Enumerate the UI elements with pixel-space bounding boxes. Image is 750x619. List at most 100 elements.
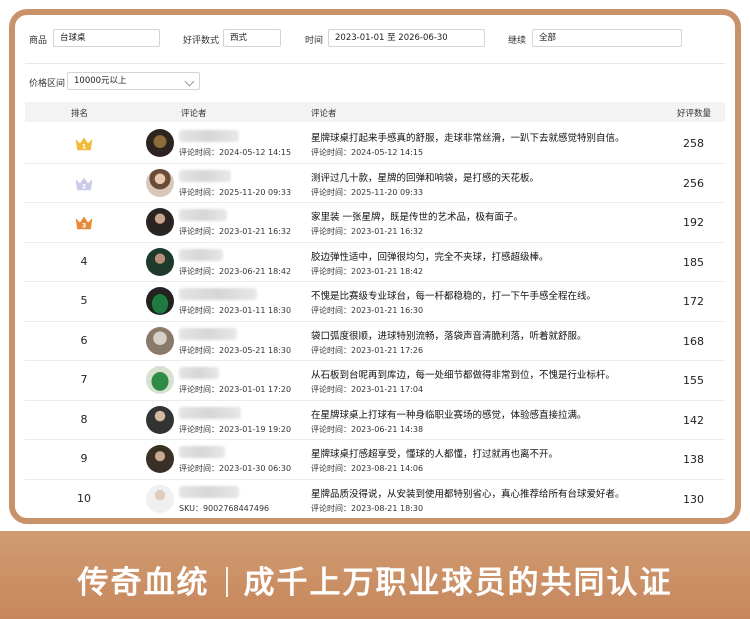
comment-time: 评论时间：2023-06-21 14:38 — [311, 424, 424, 434]
comment-text: 星牌品质没得说，从安装到使用都特别省心，真心推荐给所有台球爱好者。 — [311, 488, 625, 500]
avatar[interactable] — [146, 287, 174, 315]
reviewer-time: 评论时间：2024-05-12 14:15 — [179, 148, 292, 157]
comment-time: 评论时间：2023-01-21 16:30 — [311, 306, 424, 315]
avatar[interactable] — [146, 247, 174, 276]
table-header: 排名 评论者 评论者 好评数量 — [25, 102, 725, 122]
comment-text: 胶边弹性适中，回弹很均匀，完全不夹球，打感超级棒。 — [311, 251, 549, 263]
banner-left-text: 传奇血统 — [77, 565, 210, 601]
bottom-banner: 传奇血统 成千上万职业球员的共同认证 — [0, 531, 750, 619]
header-comment: 评论者 — [311, 109, 337, 119]
avatar[interactable] — [146, 484, 174, 513]
blurred-reviewer-name — [179, 130, 239, 142]
table-row: 2 评论时间：2025-11-20 09:33 测评过几十款，星牌的回弹和响袋，… — [25, 164, 725, 203]
price-select-value: 10000元以上 — [74, 76, 127, 86]
banner-right-text: 成千上万职业球员的共同认证 — [243, 565, 673, 601]
header-rank: 排名 — [71, 109, 89, 119]
blurred-reviewer-name — [179, 406, 241, 419]
reviewer-time: 评论时间：2023-01-21 16:32 — [179, 227, 292, 236]
comment-time: 评论时间：2023-01-21 17:04 — [311, 385, 424, 394]
reviewer-time: 评论时间：2023-01-19 19:20 — [179, 424, 292, 434]
crown-icon: 1 — [75, 137, 93, 151]
blurred-reviewer-name — [179, 327, 237, 340]
chevron-down-icon — [184, 76, 195, 87]
blurred-reviewer-name — [179, 446, 225, 458]
crown-icon: 3 — [75, 216, 93, 230]
comment-time: 评论时间：2024-05-12 14:15 — [311, 148, 424, 157]
table-row: 7 评论时间：2023-01-01 17:20 从石板到台呢再到库边，每一处细节… — [25, 361, 725, 401]
blurred-reviewer-name — [179, 209, 227, 221]
avatar[interactable] — [146, 208, 174, 236]
product-input[interactable]: 台球桌 — [53, 29, 160, 47]
avatar[interactable] — [146, 326, 174, 355]
blurred-reviewer-name — [179, 248, 223, 261]
reviewer-time: 评论时间：2023-01-01 17:20 — [179, 385, 292, 394]
table-row: 9 评论时间：2023-01-30 06:30 星牌球桌打感超享受，懂球的人都懂… — [25, 440, 725, 480]
comment-text: 在星牌球桌上打球有一种身临职业赛场的感觉，体验感直接拉满。 — [311, 409, 587, 421]
like-count: 172 — [683, 295, 704, 308]
reviewer-time: 评论时间：2023-05-21 18:30 — [179, 345, 292, 355]
continue-select[interactable]: 全部 — [532, 29, 682, 47]
rating-label: 好评数式 — [183, 36, 220, 46]
blurred-reviewer-name — [179, 367, 219, 379]
rank-number: 9 — [80, 452, 88, 465]
table-row: 3 评论时间：2023-01-21 16:32 家里装 一张星牌，既是传世的艺术… — [25, 203, 725, 243]
rating-input[interactable]: 西式 — [223, 29, 281, 47]
crown-rank: 2 — [82, 182, 87, 190]
like-count: 192 — [683, 216, 704, 229]
comment-time: 评论时间：2023-01-21 18:42 — [311, 266, 424, 276]
time-range-input[interactable]: 2023-01-01 至 2026-06-30 — [328, 29, 485, 47]
blurred-reviewer-name — [179, 169, 231, 182]
time-label: 时间 — [305, 36, 324, 46]
comment-text: 星牌球桌打感超享受，懂球的人都懂，打过就再也离不开。 — [311, 449, 559, 460]
like-count: 168 — [683, 334, 704, 348]
comment-text: 袋口弧度很顺，进球特别流畅，落袋声音清脆利落，听着就舒服。 — [311, 330, 587, 342]
avatar[interactable] — [146, 445, 174, 473]
continue-label: 继续 — [508, 36, 527, 46]
filter-row-price: 价格区间 10000元以上 — [15, 70, 735, 94]
crown-rank: 1 — [82, 143, 87, 151]
comment-time: 评论时间：2023-08-21 14:06 — [311, 464, 424, 473]
comment-time: 评论时间：2023-08-21 18:30 — [311, 503, 424, 513]
avatar[interactable] — [146, 405, 174, 434]
rank-number: 6 — [80, 333, 88, 347]
comment-time: 评论时间：2023-01-21 17:26 — [311, 345, 424, 355]
rank-number: 7 — [80, 373, 88, 386]
like-count: 142 — [683, 413, 704, 427]
crown-rank: 3 — [82, 222, 87, 230]
header-reviewer: 评论者 — [181, 109, 207, 119]
rank-number: 8 — [80, 412, 88, 426]
table-row: 8 评论时间：2023-01-19 19:20 在星牌球桌上打球有一种身临职业赛… — [25, 401, 725, 440]
crown-icon: 2 — [75, 177, 93, 190]
reviewer-time: 评论时间：2023-06-21 18:42 — [179, 266, 292, 276]
rank-number: 5 — [80, 294, 88, 307]
avatar[interactable] — [146, 168, 174, 197]
comment-text: 测评过几十款，星牌的回弹和响袋，是打感的天花板。 — [311, 172, 540, 184]
product-label: 商品 — [29, 36, 48, 46]
table-row: 10 SKU：9002768447496 星牌品质没得说，从安装到使用都特别省心… — [25, 480, 725, 519]
price-select[interactable]: 10000元以上 — [67, 72, 200, 90]
avatar[interactable] — [146, 366, 174, 394]
like-count: 185 — [683, 255, 704, 269]
like-count: 258 — [683, 137, 704, 150]
reviewer-time: 评论时间：2025-11-20 09:33 — [179, 187, 292, 197]
table-row: 1 评论时间：2024-05-12 14:15 星牌球桌打起来手感真的舒服，走球… — [25, 124, 725, 164]
comment-text: 家里装 一张星牌，既是传世的艺术品，极有面子。 — [311, 212, 524, 223]
like-count: 138 — [683, 453, 704, 466]
blurred-reviewer-name — [179, 485, 239, 498]
comment-text: 从石板到台呢再到库边，每一处细节都做得非常到位，不愧是行业标杆。 — [311, 370, 616, 381]
table-row: 4 评论时间：2023-06-21 18:42 胶边弹性适中，回弹很均匀，完全不… — [25, 243, 725, 282]
table-row: 5 评论时间：2023-01-11 18:30 不愧是比赛级专业球台，每一杆都稳… — [25, 282, 725, 322]
price-label: 价格区间 — [29, 79, 66, 89]
rank-number: 4 — [80, 254, 88, 268]
banner-separator — [225, 567, 228, 597]
banner-text: 传奇血统 成千上万职业球员的共同认证 — [0, 557, 750, 602]
comment-text: 星牌球桌打起来手感真的舒服，走球非常丝滑，一趴下去就感觉特别自信。 — [311, 133, 625, 144]
header-count: 好评数量 — [677, 109, 712, 119]
like-count: 130 — [683, 492, 704, 506]
rank-number: 10 — [77, 491, 91, 505]
table-row: 6 评论时间：2023-05-21 18:30 袋口弧度很顺，进球特别流畅，落袋… — [25, 322, 725, 361]
reviewer-time: 评论时间：2023-01-30 06:30 — [179, 464, 292, 473]
filter-row-top: 商品 台球桌 好评数式 西式 时间 2023-01-01 至 2026-06-3… — [15, 27, 735, 51]
avatar[interactable] — [146, 129, 174, 157]
like-count: 256 — [683, 176, 704, 190]
